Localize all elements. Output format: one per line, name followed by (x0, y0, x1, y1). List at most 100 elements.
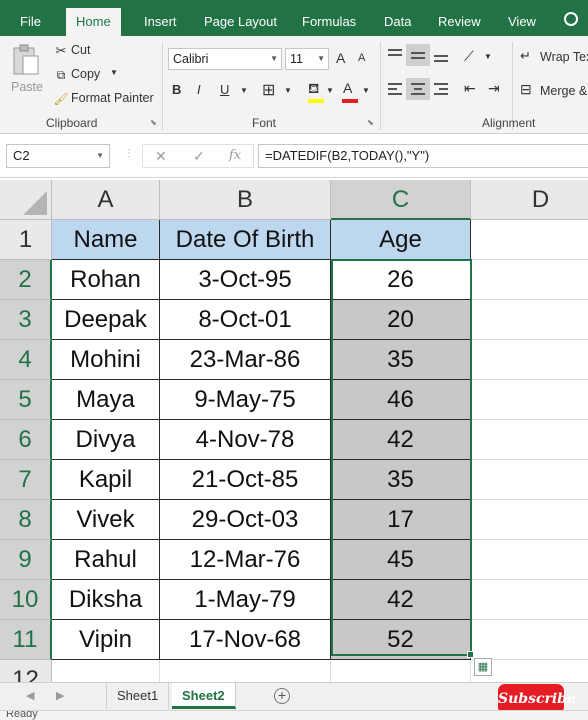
wrap-text-button[interactable]: ↵ Wrap Tex (520, 48, 588, 68)
table-cell[interactable] (471, 300, 588, 340)
underline-button[interactable]: U (220, 82, 229, 97)
table-cell[interactable]: 4-Nov-78 (160, 420, 331, 460)
table-cell[interactable]: 29-Oct-03 (160, 500, 331, 540)
middle-align-button[interactable] (409, 48, 427, 62)
table-cell[interactable]: 46 (331, 380, 471, 420)
table-cell[interactable] (471, 620, 588, 660)
fill-handle[interactable] (467, 651, 474, 658)
chevron-down-icon[interactable]: ▼ (240, 86, 248, 95)
table-cell[interactable]: Diksha (52, 580, 160, 620)
table-cell[interactable]: Maya (52, 380, 160, 420)
table-cell[interactable] (52, 660, 160, 682)
header-cell[interactable]: Date Of Birth (160, 220, 331, 260)
row-header-6[interactable]: 6 (0, 420, 52, 460)
row-header-3[interactable]: 3 (0, 300, 52, 340)
table-cell[interactable]: Deepak (52, 300, 160, 340)
table-cell[interactable]: 8-Oct-01 (160, 300, 331, 340)
table-cell[interactable]: 1-May-79 (160, 580, 331, 620)
column-header-b[interactable]: B (160, 180, 331, 220)
shrink-font-button[interactable]: A (358, 52, 365, 64)
align-center-button[interactable] (409, 82, 427, 98)
table-cell[interactable]: 12-Mar-76 (160, 540, 331, 580)
lightbulb-icon[interactable] (564, 12, 578, 26)
row-header-11[interactable]: 11 (0, 620, 52, 660)
row-header-7[interactable]: 7 (0, 460, 52, 500)
select-all-button[interactable] (0, 180, 52, 220)
table-cell[interactable]: Vipin (52, 620, 160, 660)
chevron-down-icon[interactable]: ▼ (284, 86, 292, 95)
table-cell[interactable]: Vivek (52, 500, 160, 540)
row-header-8[interactable]: 8 (0, 500, 52, 540)
tab-home[interactable]: Home (66, 8, 121, 36)
align-left-button[interactable] (386, 82, 404, 98)
table-cell[interactable] (471, 260, 588, 300)
top-align-button[interactable] (386, 48, 404, 62)
header-cell[interactable]: Name (52, 220, 160, 260)
sheet-tab-sheet1[interactable]: Sheet1 (106, 683, 170, 709)
row-header-10[interactable]: 10 (0, 580, 52, 620)
cut-button[interactable]: ✂ Cut (52, 42, 112, 60)
table-cell[interactable]: Divya (52, 420, 160, 460)
font-size-select[interactable]: 11 ▼ (285, 48, 329, 70)
table-cell[interactable] (471, 460, 588, 500)
table-cell[interactable]: 52 (331, 620, 471, 660)
table-cell[interactable]: 20 (331, 300, 471, 340)
bold-button[interactable]: B (172, 82, 181, 97)
borders-icon[interactable]: ⊞ (262, 80, 275, 100)
font-color-button[interactable]: A ▼ (340, 80, 372, 104)
tab-view[interactable]: View (498, 8, 546, 36)
column-header-a[interactable]: A (52, 180, 160, 220)
table-cell[interactable] (471, 340, 588, 380)
row-header-1[interactable]: 1 (0, 220, 52, 260)
table-cell[interactable] (471, 380, 588, 420)
table-cell[interactable]: 45 (331, 540, 471, 580)
table-cell[interactable] (471, 580, 588, 620)
insert-function-icon[interactable]: fx (229, 148, 241, 163)
format-painter-button[interactable]: 🖌 Format Painter (52, 90, 156, 108)
table-cell[interactable]: 23-Mar-86 (160, 340, 331, 380)
table-cell[interactable] (331, 660, 471, 682)
fill-color-button[interactable]: ⛾ ▼ (306, 80, 336, 104)
row-header-9[interactable]: 9 (0, 540, 52, 580)
table-cell[interactable]: Kapil (52, 460, 160, 500)
header-cell[interactable]: Age (331, 220, 471, 260)
merge-center-button[interactable]: ⊟ Merge & (520, 81, 588, 102)
increase-indent-icon[interactable]: ⇥ (488, 80, 500, 97)
name-box[interactable]: C2 ▼ (6, 144, 110, 168)
enter-icon[interactable]: ✓ (193, 148, 205, 165)
dialog-launcher-icon[interactable]: ⬊ (367, 118, 374, 127)
table-cell[interactable]: 42 (331, 420, 471, 460)
table-cell[interactable] (471, 420, 588, 460)
table-cell[interactable] (471, 500, 588, 540)
cancel-icon[interactable]: ✕ (155, 148, 167, 165)
align-right-button[interactable] (432, 82, 450, 98)
tab-page-layout[interactable]: Page Layout (194, 8, 287, 36)
table-cell[interactable]: 21-Oct-85 (160, 460, 331, 500)
sheet-tab-sheet2[interactable]: Sheet2 (172, 683, 236, 709)
dialog-launcher-icon[interactable]: ⬊ (150, 118, 157, 127)
add-sheet-button[interactable]: + (274, 688, 290, 704)
decrease-indent-icon[interactable]: ⇤ (464, 80, 476, 97)
copy-button[interactable]: ⧉ Copy ▼ (52, 66, 122, 84)
formula-input[interactable]: =DATEDIF(B2,TODAY(),"Y") (258, 144, 588, 168)
scroll-right-icon[interactable]: ▶ (56, 689, 64, 702)
paste-button[interactable]: Paste (8, 42, 44, 102)
italic-button[interactable]: I (197, 82, 201, 97)
header-cell[interactable] (471, 220, 588, 260)
table-cell[interactable]: 42 (331, 580, 471, 620)
tab-data[interactable]: Data (374, 8, 421, 36)
quick-analysis-icon[interactable]: ▦ (474, 658, 492, 676)
tab-formulas[interactable]: Formulas (292, 8, 366, 36)
table-cell[interactable]: 9-May-75 (160, 380, 331, 420)
row-header-5[interactable]: 5 (0, 380, 52, 420)
table-cell[interactable]: 26 (331, 260, 471, 300)
table-cell[interactable]: Rohan (52, 260, 160, 300)
table-cell[interactable]: 17 (331, 500, 471, 540)
table-cell[interactable]: Mohini (52, 340, 160, 380)
column-header-d[interactable]: D (471, 180, 588, 220)
grow-font-button[interactable]: A (336, 50, 345, 66)
tab-review[interactable]: Review (428, 8, 491, 36)
scroll-left-icon[interactable]: ◀ (26, 689, 34, 702)
table-cell[interactable]: 17-Nov-68 (160, 620, 331, 660)
tab-file[interactable]: File (10, 8, 51, 36)
